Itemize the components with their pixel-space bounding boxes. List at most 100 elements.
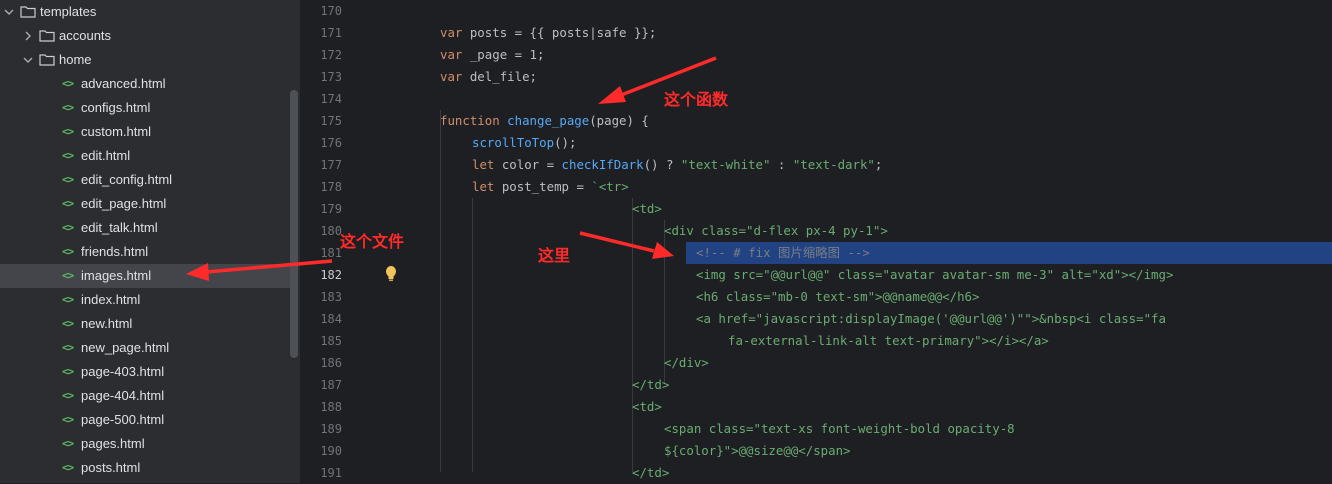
html-file-icon: <>: [62, 173, 74, 186]
tree-file-label: new.html: [81, 316, 133, 331]
code-line[interactable]: <a href="javascript:displayImage('@@url@…: [696, 308, 1166, 330]
project-tree-panel: templates accounts home <> advanced.html <> co…: [0, 0, 300, 483]
html-file-icon: <>: [62, 317, 74, 330]
chevron-right-icon[interactable]: [23, 31, 33, 41]
code-line[interactable]: fa-external-link-alt text-primary"></i><…: [728, 330, 1049, 352]
annotation-this-file: 这个文件: [340, 232, 405, 251]
html-file-icon: <>: [62, 101, 74, 114]
tree-file[interactable]: <> new_page.html: [0, 336, 290, 360]
code-line[interactable]: let post_temp = `<tr>: [472, 176, 629, 198]
html-file-icon: <>: [62, 221, 74, 234]
line-number: 186: [320, 356, 342, 370]
html-file-icon: <>: [62, 245, 74, 258]
tree-folder-label: home: [59, 52, 92, 67]
tree-file-label: custom.html: [81, 124, 152, 139]
tree-folder[interactable]: home: [0, 48, 290, 72]
line-number: 178: [320, 180, 342, 194]
folder-icon: [39, 30, 55, 42]
tree-file[interactable]: <> images.html: [0, 264, 290, 288]
tree-file[interactable]: <> page-404.html: [0, 384, 290, 408]
tree-file-label: page-403.html: [81, 364, 165, 379]
code-line[interactable]: <td>: [632, 396, 662, 418]
code-line[interactable]: </div>: [664, 352, 709, 374]
tree-file-label: configs.html: [81, 100, 151, 115]
line-number: 177: [320, 158, 342, 172]
line-number: 180: [320, 224, 342, 238]
tree-file[interactable]: <> custom.html: [0, 120, 290, 144]
indent-guide: [440, 110, 441, 472]
html-file-icon: <>: [62, 197, 74, 210]
tree-file[interactable]: <> index.html: [0, 288, 290, 312]
html-file-icon: <>: [62, 125, 74, 138]
tree-file[interactable]: <> friends.html: [0, 240, 290, 264]
code-line[interactable]: var _page = 1;: [440, 44, 544, 66]
tree-file[interactable]: <> edit_talk.html: [0, 216, 290, 240]
tree-file-label: new_page.html: [81, 340, 170, 355]
line-number: 188: [320, 400, 342, 414]
html-file-icon: <>: [62, 341, 74, 354]
lightbulb-icon[interactable]: [384, 265, 398, 283]
tree-file-label: index.html: [81, 292, 141, 307]
html-file-icon: <>: [62, 293, 74, 306]
line-number: 183: [320, 290, 342, 304]
code-line[interactable]: </td>: [632, 374, 669, 396]
line-number: 172: [320, 48, 342, 62]
code-line[interactable]: <td>: [632, 198, 662, 220]
code-line[interactable]: var del_file;: [440, 66, 537, 88]
tree-file[interactable]: <> new.html: [0, 312, 290, 336]
tree-file-label: edit_page.html: [81, 196, 167, 211]
tree-file-label: edit_talk.html: [81, 220, 158, 235]
tree-file-label: posts.html: [81, 460, 141, 475]
tree-file-label: edit_config.html: [81, 172, 173, 187]
tree-file[interactable]: <> edit.html: [0, 144, 290, 168]
tree-file-label: images.html: [81, 268, 152, 283]
tree-file-label: page-500.html: [81, 412, 165, 427]
folder-icon: [20, 6, 36, 18]
tree-file-label: edit.html: [81, 148, 131, 163]
indent-guide: [632, 198, 633, 472]
code-line[interactable]: <h6 class="mb-0 text-sm">@@name@@</h6>: [696, 286, 979, 308]
code-line[interactable]: </td>: [632, 462, 669, 483]
code-line[interactable]: let color = checkIfDark() ? "text-white"…: [472, 154, 882, 176]
tree-file[interactable]: <> advanced.html: [0, 72, 290, 96]
code-line[interactable]: <span class="text-xs font-weight-bold op…: [664, 418, 1015, 440]
code-line[interactable]: <div class="d-flex px-4 py-1">: [664, 220, 888, 242]
html-file-icon: <>: [62, 77, 74, 90]
code-line[interactable]: <img src="@@url@@" class="avatar avatar-…: [696, 264, 1173, 286]
folder-icon: [39, 54, 55, 66]
tree-file[interactable]: <> posts.html: [0, 456, 290, 480]
html-file-icon: <>: [62, 461, 74, 474]
tree-file[interactable]: <> edit_config.html: [0, 168, 290, 192]
chevron-down-icon[interactable]: [23, 55, 33, 65]
tree-folder-label: templates: [40, 4, 97, 19]
code-line[interactable]: ${color}">@@size@@</span>: [664, 440, 851, 462]
tree-file-label: advanced.html: [81, 76, 166, 91]
tree-folder[interactable]: templates: [0, 0, 290, 24]
line-number: 189: [320, 422, 342, 436]
code-line[interactable]: var posts = {{ posts|safe }};: [440, 22, 656, 44]
code-editor[interactable]: var posts = {{ posts|safe }}; var _page =…: [376, 0, 1332, 483]
html-file-icon: <>: [62, 389, 74, 402]
html-file-icon: <>: [62, 365, 74, 378]
annotation-here: 这里: [538, 246, 571, 265]
tree-file-label: friends.html: [81, 244, 149, 259]
tree-file[interactable]: <> pages.html: [0, 432, 290, 456]
tree-file[interactable]: <> edit_page.html: [0, 192, 290, 216]
tree-file[interactable]: <> page-403.html: [0, 360, 290, 384]
code-line[interactable]: <!-- # fix 图片缩略图 -->: [696, 242, 870, 264]
tree-folder-label: accounts: [59, 28, 112, 43]
code-line[interactable]: function change_page(page) {: [440, 110, 649, 132]
line-number: 176: [320, 136, 342, 150]
line-number: 179: [320, 202, 342, 216]
chevron-down-icon[interactable]: [4, 7, 14, 17]
line-number: 170: [320, 4, 342, 18]
project-tree-scrollbar[interactable]: [290, 90, 298, 358]
line-number: 190: [320, 444, 342, 458]
tree-file[interactable]: <> page-500.html: [0, 408, 290, 432]
tree-file[interactable]: <> configs.html: [0, 96, 290, 120]
line-number: 174: [320, 92, 342, 106]
line-number: 191: [320, 466, 342, 480]
tree-file-label: page-404.html: [81, 388, 165, 403]
code-line[interactable]: scrollToTop();: [472, 132, 576, 154]
tree-folder[interactable]: accounts: [0, 24, 290, 48]
